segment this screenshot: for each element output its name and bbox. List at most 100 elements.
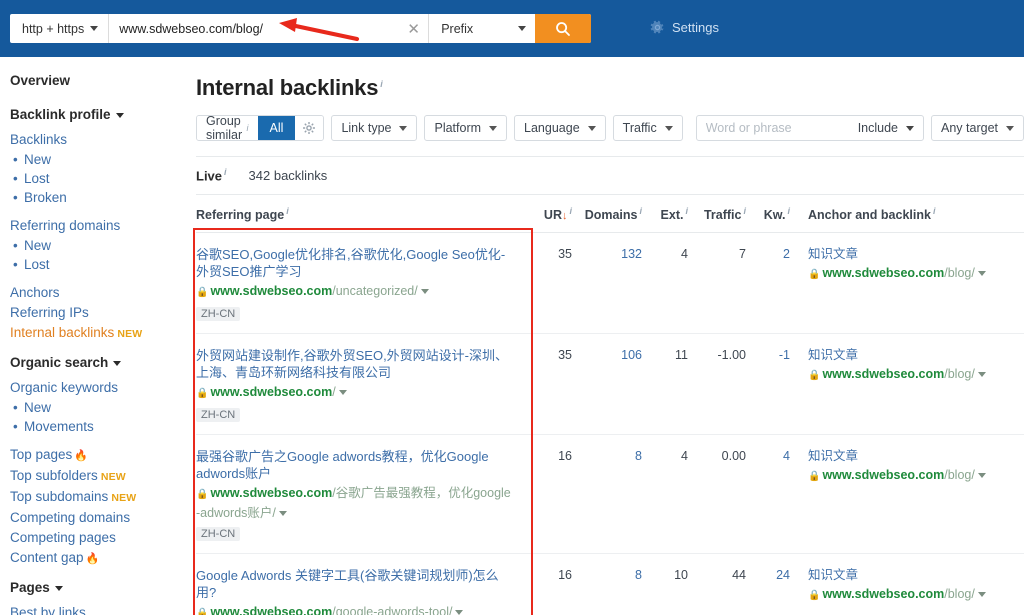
th-ext[interactable]: Ext. i [642,206,688,222]
sidebar-item-organic-keywords[interactable]: Organic keywords [10,378,186,398]
referring-page-url[interactable]: 🔒 www.sdwebseo.com/google-adwords-tool/ [196,603,526,615]
language-dropdown[interactable]: Language [514,115,606,141]
cell-domains[interactable]: 132 [572,246,642,261]
chevron-down-icon[interactable] [455,610,464,615]
referring-page-url[interactable]: 🔒 www.sdwebseo.com/uncategorized/ [196,282,526,302]
lock-icon: 🔒 [808,370,821,381]
sidebar-item-organic-new[interactable]: New [10,398,186,417]
cell-kw[interactable]: -1 [746,347,790,362]
sidebar-item-refdomains-new[interactable]: New [10,236,186,255]
clear-input-button[interactable]: ✕ [399,14,430,43]
backlink-url[interactable]: 🔒 www.sdwebseo.com/blog/ [808,466,990,486]
chevron-down-icon[interactable] [977,372,986,378]
cell-domains[interactable]: 8 [572,567,642,582]
cell-kw[interactable]: 4 [746,448,790,463]
traffic-dropdown[interactable]: Traffic [612,115,683,141]
sidebar-item-internal-backlinks[interactable]: Internal backlinks NEW [10,323,186,344]
top-toolbar: http + https ✕ Prefix Settings [0,0,1024,57]
word-phrase-input[interactable] [696,116,849,140]
sidebar-group-pages[interactable]: Pages [10,578,186,598]
cell-ur: 35 [558,348,572,362]
sidebar-item-referring-domains[interactable]: Referring domains [10,216,186,236]
backlink-url[interactable]: 🔒 www.sdwebseo.com/blog/ [808,365,990,385]
sidebar-item-best-by-links[interactable]: Best by links [10,603,186,615]
cell-referring-page: 最强谷歌广告之Google adwords教程，优化Google adwords… [196,448,526,541]
include-dropdown[interactable]: Include [849,116,923,140]
protocol-dropdown[interactable]: http + https [10,14,110,43]
tab-live[interactable]: Live i [196,167,227,183]
platform-dropdown[interactable]: Platform [424,115,508,141]
th-domains[interactable]: Domains i [572,206,642,222]
sidebar-item-backlinks-new[interactable]: New [10,150,186,169]
group-similar-settings-button[interactable] [295,116,324,140]
anchor-text[interactable]: 知识文章 [808,246,990,263]
th-anchor-backlink[interactable]: Anchor and backlink i [790,206,990,222]
sidebar-item-top-subdomains[interactable]: Top subdomains NEW [10,487,186,508]
chevron-down-icon[interactable] [977,271,986,277]
sidebar-item-referring-ips[interactable]: Referring IPs [10,303,186,323]
sidebar-item-backlinks-broken[interactable]: Broken [10,188,186,207]
sidebar-item-label: Internal backlinks [10,325,115,340]
anchor-text[interactable]: 知识文章 [808,567,990,584]
table-header-row: Referring page i UR↓ i Domains i Ext. i Traf… [196,195,1024,233]
any-target-dropdown[interactable]: Any target [931,115,1024,141]
page-title-text: Internal backlinks [196,75,379,100]
cell-domains[interactable]: 8 [572,448,642,463]
sidebar-item-competing-domains[interactable]: Competing domains [10,508,186,528]
sidebar-item-backlinks[interactable]: Backlinks [10,130,186,150]
match-mode-dropdown[interactable]: Prefix [429,14,535,43]
cell-kw[interactable]: 24 [746,567,790,582]
info-icon[interactable]: i [933,206,936,216]
th-referring-page[interactable]: Referring page i [196,206,526,222]
sidebar-item-top-subfolders[interactable]: Top subfolders NEW [10,466,186,487]
cell-kw[interactable]: 2 [746,246,790,261]
info-icon[interactable]: i [380,79,383,89]
anchor-text[interactable]: 知识文章 [808,448,990,465]
info-icon[interactable]: i [224,167,227,177]
sidebar-group-organic-search[interactable]: Organic search [10,353,186,373]
sidebar-group-backlink-profile[interactable]: Backlink profile [10,105,186,125]
backlink-url[interactable]: 🔒 www.sdwebseo.com/blog/ [808,585,990,605]
chevron-down-icon[interactable] [977,473,986,479]
language-tag: ZH-CN [196,307,241,321]
th-kw[interactable]: Kw. i [746,206,790,222]
gear-icon [650,20,664,34]
referring-page-title[interactable]: 最强谷歌广告之Google adwords教程，优化Google adwords… [196,448,526,482]
sidebar-item-content-gap[interactable]: Content gap 🔥 [10,548,186,569]
sidebar-group-label: Backlink profile [10,107,111,122]
protocol-label: http + https [22,21,85,36]
url-input[interactable] [109,14,400,43]
chevron-down-icon[interactable] [278,511,287,517]
backlink-url[interactable]: 🔒 www.sdwebseo.com/blog/ [808,264,990,284]
backlink-domain: www.sdwebseo.com [822,367,945,381]
referring-page-title[interactable]: 谷歌SEO,Google优化排名,谷歌优化,Google Seo优化-外贸SEO… [196,246,526,280]
cell-ur: 16 [558,449,572,463]
link-type-dropdown[interactable]: Link type [331,115,418,141]
th-traffic[interactable]: Traffic i [688,206,746,222]
sidebar-item-top-pages[interactable]: Top pages 🔥 [10,445,186,466]
referring-page-url[interactable]: 🔒 www.sdwebseo.com/谷歌广告最强教程，优化google-adwo… [196,484,526,522]
sidebar-item-anchors[interactable]: Anchors [10,283,186,303]
sidebar-item-organic-movements[interactable]: Movements [10,417,186,436]
info-icon[interactable]: i [247,123,249,133]
chevron-down-icon[interactable] [420,289,429,295]
group-similar-all-tab[interactable]: All [257,116,296,140]
referring-page-title[interactable]: 外贸网站建设制作,谷歌外贸SEO,外贸网站设计-深圳、上海、青岛环新网络科技有限… [196,347,526,381]
sidebar-item-refdomains-lost[interactable]: Lost [10,255,186,274]
th-ur[interactable]: UR↓ i [526,206,572,222]
settings-button[interactable]: Settings [650,20,719,35]
language-tag: ZH-CN [196,408,241,422]
sidebar-item-backlinks-lost[interactable]: Lost [10,169,186,188]
lock-icon: 🔒 [808,269,821,280]
sidebar-item-competing-pages[interactable]: Competing pages [10,528,186,548]
cell-domains[interactable]: 106 [572,347,642,362]
cell-traffic: 0.00 [721,449,746,463]
chevron-down-icon[interactable] [977,592,986,598]
referring-page-title[interactable]: Google Adwords 关键字工具(谷歌关键词规划师)怎么用? [196,567,526,601]
info-icon[interactable]: i [286,206,289,216]
search-button[interactable] [535,14,592,43]
chevron-down-icon[interactable] [338,390,347,396]
sidebar-item-overview[interactable]: Overview [10,71,186,91]
anchor-text[interactable]: 知识文章 [808,347,990,364]
referring-page-url[interactable]: 🔒 www.sdwebseo.com/ [196,383,526,403]
